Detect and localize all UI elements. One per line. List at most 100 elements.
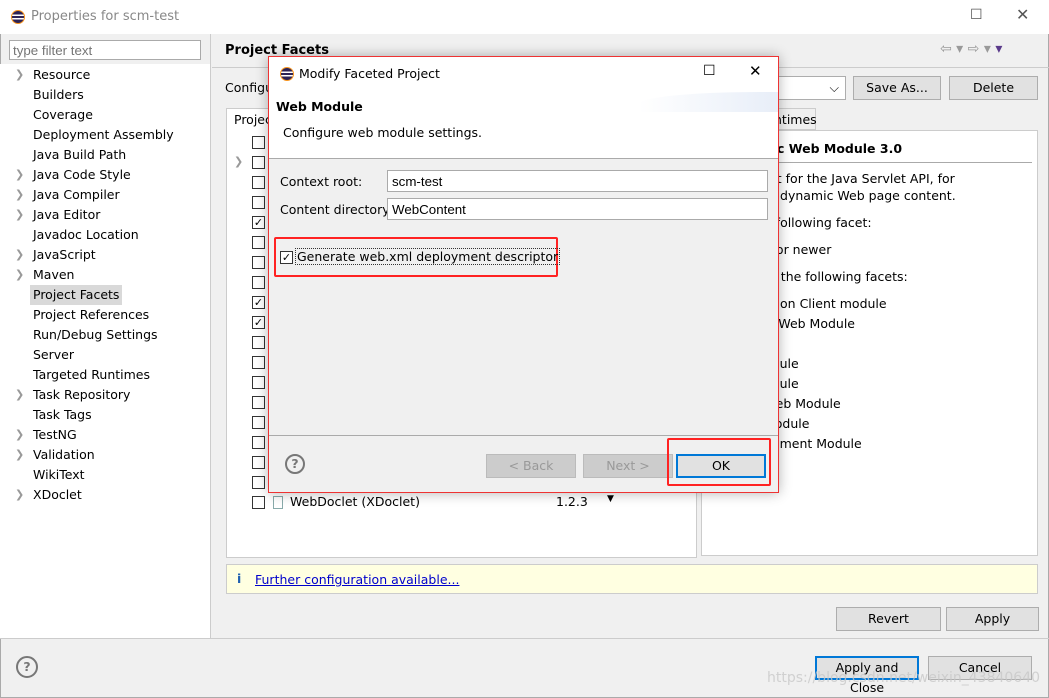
info-bar: i Further configuration available... — [226, 564, 1038, 594]
sidebar-item-label: Coverage — [33, 107, 93, 122]
save-as-button[interactable]: Save As... — [853, 76, 941, 100]
sidebar-item-label: JavaScript — [33, 247, 96, 262]
further-configuration-link[interactable]: Further configuration available... — [255, 572, 459, 587]
facet-checkbox[interactable] — [252, 476, 265, 489]
content-directory-input[interactable] — [387, 198, 768, 220]
sidebar-item[interactable]: ❯ Maven — [15, 265, 74, 285]
dialog-header: Modify Faceted Project ☐ ✕ Web Module Co… — [269, 57, 778, 158]
sidebar-item[interactable]: ❯ Java Code Style — [15, 165, 131, 185]
sidebar-item[interactable]: ❯ Java Editor — [15, 205, 100, 225]
facet-checkbox[interactable] — [252, 236, 265, 249]
sidebar-item[interactable]: ❯ Resource — [15, 65, 90, 85]
sidebar-item[interactable]: ❯ Task Repository — [15, 385, 131, 405]
window-title: Properties for scm-test — [31, 9, 180, 24]
version-dropdown-icon[interactable]: ▼ — [607, 494, 614, 504]
expand-arrow-icon[interactable]: ❯ — [15, 445, 24, 465]
revert-button[interactable]: Revert — [836, 607, 941, 631]
divider — [0, 638, 1049, 639]
content-directory-label: Content directory: — [280, 202, 393, 217]
sidebar-item[interactable]: Project References — [33, 305, 149, 325]
sidebar-item[interactable]: Run/Debug Settings — [33, 325, 158, 345]
generate-webxml-checkbox[interactable]: ✓ — [280, 251, 293, 264]
help-icon[interactable]: ? — [16, 656, 38, 678]
sidebar-item[interactable]: ❯ XDoclet — [15, 485, 82, 505]
details-line: ation Client module — [764, 296, 887, 311]
facet-checkbox[interactable] — [252, 416, 265, 429]
maximize-button[interactable]: ☐ — [970, 7, 983, 23]
facet-checkbox[interactable] — [252, 276, 265, 289]
sidebar-item[interactable]: Server — [33, 345, 74, 365]
expand-arrow-icon[interactable]: ❯ — [15, 385, 24, 405]
sidebar-item-label: Server — [33, 347, 74, 362]
facet-checkbox[interactable]: ✓ — [252, 316, 265, 329]
sidebar-item[interactable]: ❯ JavaScript — [15, 245, 96, 265]
context-root-input[interactable] — [387, 170, 768, 192]
sidebar-item[interactable]: Project Facets — [30, 285, 123, 305]
sidebar-item[interactable]: ❯ Java Compiler — [15, 185, 120, 205]
expand-arrow-icon[interactable]: ❯ — [15, 245, 24, 265]
configuration-dropdown[interactable]: ⌵ — [776, 76, 846, 100]
facet-checkbox[interactable] — [252, 376, 265, 389]
dialog-description: Configure web module settings. — [283, 125, 483, 140]
document-icon — [273, 496, 283, 509]
sidebar-item-label: XDoclet — [33, 487, 82, 502]
info-icon: i — [237, 571, 242, 586]
details-line: of dynamic Web page content. — [764, 188, 956, 203]
sidebar-item[interactable]: Coverage — [33, 105, 93, 125]
facet-checkbox[interactable] — [252, 356, 265, 369]
sidebar-item[interactable]: ❯ TestNG — [15, 425, 77, 445]
apply-button[interactable]: Apply — [946, 607, 1039, 631]
facet-checkbox[interactable] — [252, 456, 265, 469]
facet-checkbox[interactable] — [252, 156, 265, 169]
expand-arrow-icon[interactable]: ❯ — [15, 485, 24, 505]
filter-input[interactable] — [9, 40, 201, 60]
close-button[interactable]: ✕ — [1016, 5, 1029, 24]
facet-version: 1.2.3 — [556, 494, 588, 509]
sidebar-item[interactable]: ❯ Validation — [15, 445, 95, 465]
ok-button[interactable]: OK — [676, 454, 766, 478]
expand-arrow-icon[interactable]: ❯ — [234, 155, 243, 168]
sidebar-item[interactable]: Task Tags — [33, 405, 92, 425]
expand-arrow-icon[interactable]: ❯ — [15, 205, 24, 225]
facet-checkbox[interactable] — [252, 396, 265, 409]
next-button[interactable]: Next > — [583, 454, 673, 478]
facet-checkbox[interactable] — [252, 496, 265, 509]
details-line: th the following facets: — [764, 269, 908, 284]
dialog-maximize-button[interactable]: ☐ — [703, 63, 716, 79]
delete-button[interactable]: Delete — [949, 76, 1038, 100]
sidebar-item[interactable]: WikiText — [33, 465, 85, 485]
eclipse-icon — [11, 10, 25, 24]
sidebar-item[interactable]: Builders — [33, 85, 84, 105]
expand-arrow-icon[interactable]: ❯ — [15, 185, 24, 205]
sidebar-item[interactable]: Javadoc Location — [33, 225, 139, 245]
banner-graphic — [639, 92, 778, 112]
facet-name: WebDoclet (XDoclet) — [290, 494, 420, 509]
facet-checkbox[interactable] — [252, 136, 265, 149]
facet-checkbox[interactable] — [252, 176, 265, 189]
context-root-label: Context root: — [280, 174, 363, 189]
tab-project-facet[interactable]: Projec — [234, 112, 272, 127]
facet-details-title: c Web Module 3.0 — [777, 141, 903, 156]
facet-checkbox[interactable] — [252, 196, 265, 209]
sidebar-item[interactable]: Deployment Assembly — [33, 125, 174, 145]
expand-arrow-icon[interactable]: ❯ — [15, 165, 24, 185]
dialog-heading: Web Module — [276, 99, 363, 114]
expand-arrow-icon[interactable]: ❯ — [15, 265, 24, 285]
divider — [269, 435, 778, 436]
expand-arrow-icon[interactable]: ❯ — [15, 425, 24, 445]
sidebar-item-label: Task Repository — [33, 387, 131, 402]
sidebar-item-label: Java Compiler — [33, 187, 120, 202]
facet-checkbox[interactable]: ✓ — [252, 216, 265, 229]
sidebar-item[interactable]: Targeted Runtimes — [33, 365, 150, 385]
expand-arrow-icon[interactable]: ❯ — [15, 65, 24, 85]
dialog-help-icon[interactable]: ? — [285, 454, 305, 474]
back-button[interactable]: < Back — [486, 454, 576, 478]
generate-webxml-label[interactable]: Generate web.xml deployment descriptor — [295, 248, 561, 265]
facet-checkbox[interactable]: ✓ — [252, 296, 265, 309]
dialog-close-button[interactable]: ✕ — [749, 62, 762, 80]
facet-checkbox[interactable] — [252, 436, 265, 449]
facet-checkbox[interactable] — [252, 336, 265, 349]
facet-checkbox[interactable] — [252, 256, 265, 269]
nav-arrows[interactable]: ⇦ ▾ ⇨ ▾ ▾ — [940, 41, 1002, 57]
sidebar-item[interactable]: Java Build Path — [33, 145, 126, 165]
